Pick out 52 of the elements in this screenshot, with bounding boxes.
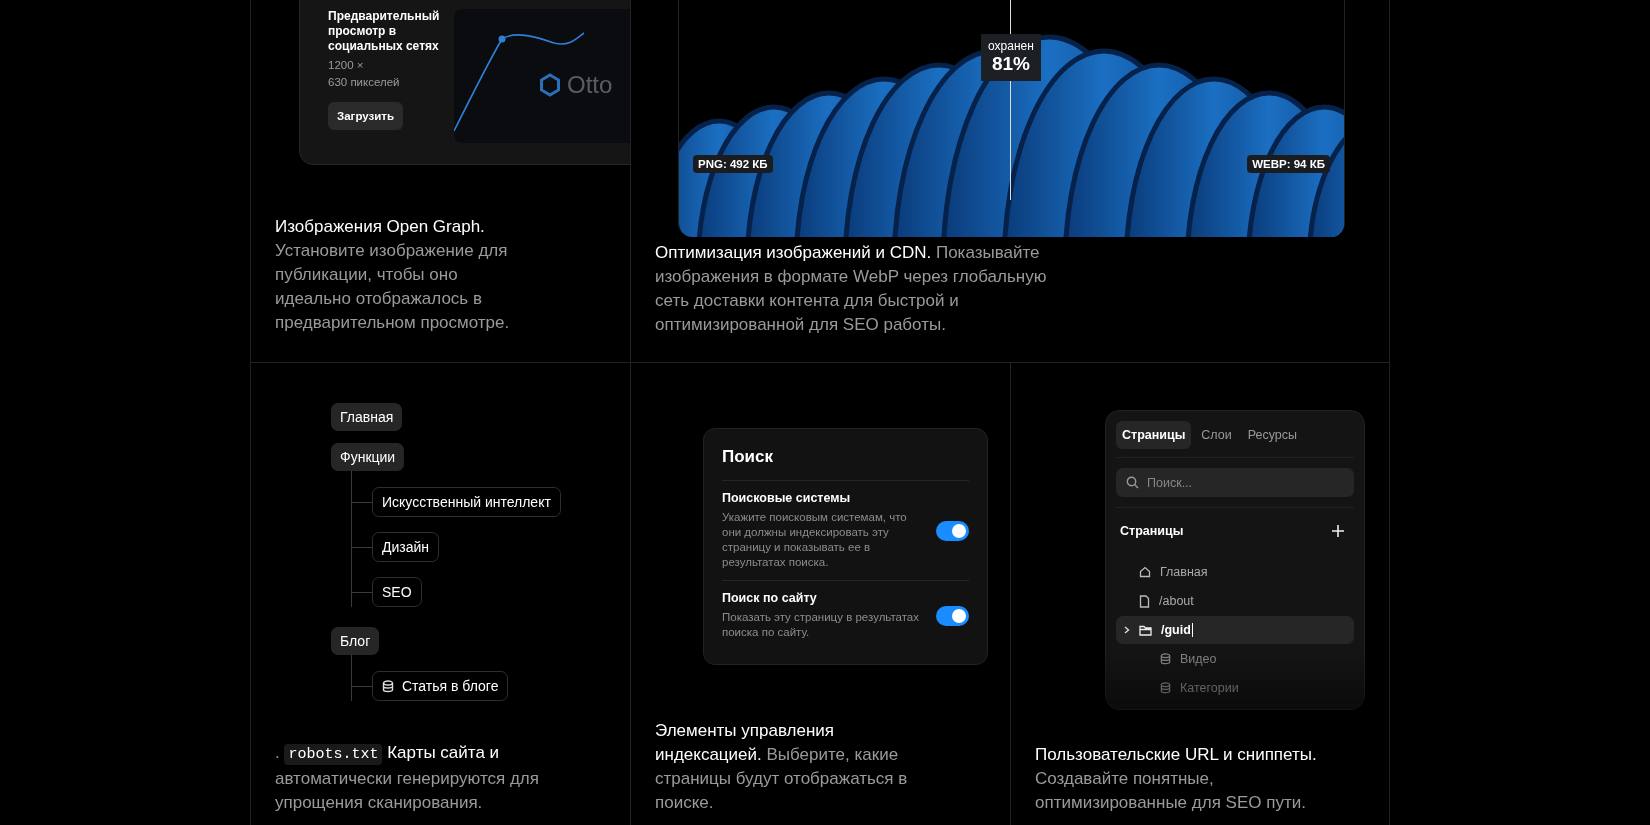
sitemap-node[interactable]: Функции [331, 443, 405, 471]
panel-tab[interactable]: Страницы [1116, 421, 1192, 449]
page-label: Категории [1180, 681, 1239, 695]
setting-description: Укажите поисковым системам, что они должны индексировать эту страницу и показывать ее в результатах поиска. [722, 510, 908, 570]
feature-description: Пользовательские URL и сниппеты. Создавайте понятные, оптимизированные для SEO пути. [1035, 744, 1318, 814]
sitemap-node[interactable]: Главная [331, 403, 403, 431]
size-text: 1200 × [328, 59, 364, 71]
logo-text: Otto [567, 71, 613, 99]
plus-icon[interactable] [1332, 525, 1344, 537]
search-field[interactable]: Поиск... [1116, 468, 1354, 497]
size-label: PNG: 492 КБ [693, 155, 773, 173]
setting-label: Поисковые системы [722, 491, 852, 505]
upload-button[interactable]: Загрузить [328, 102, 403, 130]
page-label: /guid [1161, 623, 1191, 637]
preview-title: Предварительный просмотр в социальных сетях [328, 9, 440, 54]
database-icon [1160, 653, 1171, 665]
section-title: Страницы [1120, 524, 1184, 538]
size-label: WEBP: 94 КБ [1247, 155, 1330, 173]
savings-badge: охранен 81% [981, 34, 1041, 81]
setting-description: Показать эту страницу в результатах поиска по сайту. [722, 610, 920, 640]
chevron-icon [1124, 626, 1130, 634]
page-label: Главная [1160, 565, 1208, 579]
setting-label: Поиск по сайту [722, 591, 818, 605]
sitemap-node[interactable]: Дизайн [372, 532, 440, 562]
page-item[interactable]: Главная [1116, 558, 1354, 586]
sitemap-node[interactable]: Блог [331, 627, 380, 655]
page-label: /about [1159, 594, 1194, 608]
feature-description: . robots.txt Карты сайта и автоматически генерируются для упрощения сканирования. [275, 742, 540, 814]
toggle-switch[interactable] [936, 520, 969, 541]
sitemap-node[interactable]: Искусственный интеллект [372, 487, 561, 517]
database-icon [1160, 682, 1171, 694]
panel-tab[interactable]: Ресурсы [1241, 421, 1304, 449]
feature-description: Оптимизация изображений и CDN. Показывайте изображения в формате WebP через глобальную сеть доставки контента для быстрой и оптимизированной для SEO работы. [655, 242, 1048, 336]
size-text: 630 пикселей [328, 76, 400, 88]
home-icon [1139, 566, 1151, 578]
feature-description: Изображения Open Graph. Установите изображение для публикации, чтобы оно идеально отображалось в предварительном просмотре. [275, 216, 511, 334]
feature-description: Элементы управления индексацией. Выберите, какие страницы будут отображаться в поиске. [655, 720, 909, 814]
page-item[interactable]: /about [1116, 587, 1354, 615]
sitemap-node[interactable]: Статья в блоге [372, 671, 509, 701]
text-cursor [1191, 623, 1193, 637]
panel-tab[interactable]: Слои [1195, 421, 1238, 449]
database-icon [382, 679, 394, 693]
folder-icon [1139, 624, 1152, 636]
sitemap-node[interactable]: SEO [372, 577, 422, 607]
hexagon-icon [539, 73, 561, 97]
toggle-switch[interactable] [936, 605, 969, 626]
card-title: Поиск [722, 447, 969, 481]
page-label: Видео [1180, 652, 1217, 666]
file-icon [1139, 594, 1150, 608]
page-item[interactable]: Видео [1116, 645, 1354, 673]
search-icon [1126, 476, 1139, 489]
page-item[interactable]: /guid [1116, 616, 1354, 644]
